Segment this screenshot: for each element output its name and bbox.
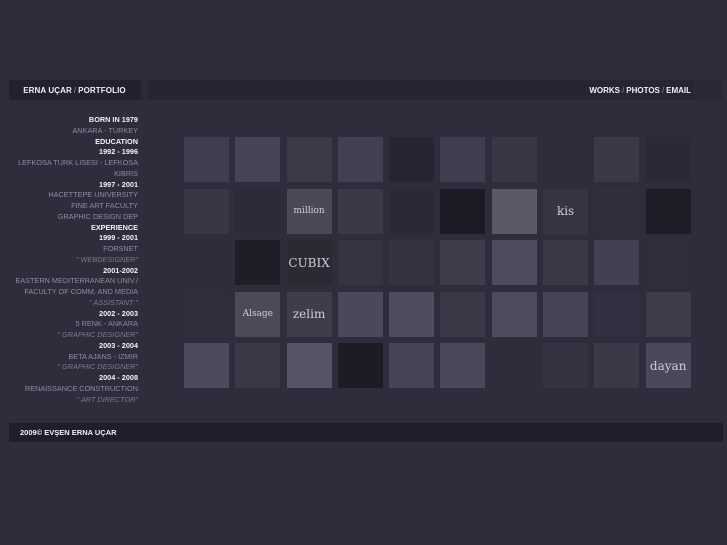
portfolio-thumbnail[interactable] — [184, 291, 229, 337]
portfolio-thumbnail[interactable] — [594, 240, 640, 285]
thumbnail-text: Alsage — [242, 309, 274, 319]
portfolio-thumbnail[interactable] — [645, 137, 691, 182]
portfolio-thumbnail[interactable]: CUBIX — [286, 240, 332, 285]
bio-line: BETA AJANS - IZMIR — [68, 351, 138, 361]
nav-works-link[interactable]: WORKS — [589, 86, 620, 95]
portfolio-thumbnail[interactable] — [235, 343, 281, 388]
nav-separator: / — [622, 85, 625, 95]
portfolio-thumbnail[interactable] — [594, 188, 640, 234]
bio-role: " ART DIRECTOR" — [76, 394, 138, 404]
bio-heading: EXPERIENCE — [90, 222, 138, 232]
portfolio-thumbnail[interactable] — [337, 343, 383, 388]
portfolio-thumbnail[interactable] — [543, 240, 589, 285]
bio-line: FACULTY OF COMM. AND MEDIA — [24, 287, 138, 296]
portfolio-thumbnail[interactable] — [645, 291, 691, 337]
nav-photos-link[interactable]: PHOTOS — [626, 86, 660, 95]
bio-column: BORN IN 1979 ANKARA - TURKEY EDUCATION 1992… — [9, 115, 138, 405]
bio-line: RENAISSANCE CONSTRUCTION — [24, 383, 138, 393]
bio-role: " GRAPHIC DESIGNER" — [57, 330, 138, 339]
portfolio-thumbnail[interactable]: Alsage — [235, 291, 281, 337]
portfolio-thumbnail-grid: million kis CUBIX Alsage zelim dayan — [184, 137, 691, 388]
portfolio-thumbnail[interactable] — [389, 291, 435, 337]
portfolio-thumbnail[interactable] — [491, 291, 537, 337]
portfolio-thumbnail[interactable] — [491, 240, 537, 285]
brand-separator: / — [73, 85, 77, 95]
footer-copyright: 2009© EVŞEN ERNA UÇAR — [20, 428, 117, 437]
bio-heading: EDUCATION — [95, 136, 138, 146]
portfolio-thumbnail[interactable] — [440, 343, 486, 388]
portfolio-thumbnail[interactable] — [235, 137, 281, 182]
portfolio-thumbnail[interactable]: zelim — [286, 291, 332, 337]
portfolio-thumbnail[interactable] — [235, 240, 281, 285]
bio-heading: 2002 - 2003 — [99, 308, 138, 318]
bio-heading: BORN IN 1979 — [88, 115, 138, 124]
bio-line: 5 RENK - ANKARA — [75, 319, 138, 329]
portfolio-thumbnail[interactable] — [184, 137, 229, 182]
thumbnail-text: CUBIX — [288, 255, 330, 270]
portfolio-thumbnail[interactable] — [645, 240, 691, 285]
portfolio-thumbnail[interactable] — [440, 137, 486, 182]
portfolio-thumbnail[interactable] — [337, 291, 383, 337]
portfolio-thumbnail[interactable] — [389, 343, 435, 388]
nav-separator: / — [661, 85, 665, 95]
portfolio-thumbnail[interactable]: kis — [543, 188, 589, 234]
portfolio-thumbnail[interactable] — [337, 240, 383, 285]
bio-line: FORSNET — [103, 244, 138, 253]
top-nav: WORKS / PHOTOS / EMAIL — [589, 80, 691, 100]
portfolio-thumbnail[interactable] — [184, 240, 229, 285]
portfolio-thumbnail[interactable] — [337, 137, 383, 182]
bio-line: ANKARA - TURKEY — [72, 125, 138, 135]
brand-title[interactable]: ERNA UÇAR / PORTFOLIO — [9, 80, 140, 100]
bio-heading: 1997 - 2001 — [99, 179, 138, 189]
portfolio-thumbnail[interactable] — [337, 188, 383, 234]
portfolio-thumbnail[interactable] — [491, 188, 537, 234]
bio-heading: 2003 - 2004 — [99, 340, 138, 350]
portfolio-thumbnail[interactable] — [184, 188, 229, 234]
portfolio-thumbnail[interactable] — [491, 343, 537, 388]
top-bar-end — [694, 80, 723, 100]
portfolio-thumbnail[interactable] — [491, 137, 537, 182]
thumbnail-text: million — [293, 206, 325, 216]
bio-heading: 2004 - 2008 — [99, 373, 138, 382]
nav-email-link[interactable]: EMAIL — [666, 86, 691, 95]
portfolio-thumbnail[interactable] — [389, 137, 435, 182]
portfolio-thumbnail[interactable] — [440, 240, 486, 285]
portfolio-thumbnail[interactable] — [389, 240, 435, 285]
portfolio-thumbnail[interactable] — [389, 188, 435, 234]
brand-section: PORTFOLIO — [78, 85, 126, 95]
portfolio-thumbnail[interactable]: million — [286, 188, 332, 234]
portfolio-thumbnail[interactable] — [440, 291, 486, 337]
portfolio-thumbnail[interactable] — [594, 291, 640, 337]
bio-role: " ASSISTANT " — [89, 297, 138, 307]
portfolio-thumbnail[interactable] — [286, 137, 332, 182]
portfolio-thumbnail[interactable] — [594, 343, 640, 388]
bio-heading: 2001-2002 — [103, 265, 138, 275]
portfolio-thumbnail[interactable]: dayan — [645, 343, 691, 388]
thumbnail-text: dayan — [649, 358, 687, 373]
portfolio-thumbnail[interactable] — [440, 188, 486, 234]
portfolio-thumbnail[interactable] — [184, 343, 229, 388]
bio-heading: 1999 - 2001 — [99, 233, 138, 243]
bio-line: GRAPHIC DESIGN DEP — [57, 211, 138, 221]
bio-line: FINE ART FACULTY — [71, 201, 138, 210]
portfolio-thumbnail[interactable] — [235, 188, 281, 234]
footer-bar: 2009© EVŞEN ERNA UÇAR — [9, 423, 723, 442]
portfolio-thumbnail[interactable] — [594, 137, 640, 182]
brand-name: ERNA UÇAR — [23, 85, 72, 95]
bio-line: HACETTEPE UNIVERSITY — [48, 190, 138, 200]
bio-line: LEFKOSA TURK LISESI - LEFKOSA — [18, 158, 138, 167]
portfolio-thumbnail[interactable] — [645, 188, 691, 234]
portfolio-thumbnail[interactable] — [543, 343, 589, 388]
thumbnail-text: zelim — [292, 307, 326, 321]
bio-line: EASTERN MEDITERRANEAN UNIV./ — [15, 276, 138, 286]
bio-line: KIBRIS — [114, 168, 138, 178]
thumbnail-text: kis — [556, 204, 575, 218]
portfolio-thumbnail[interactable] — [543, 137, 589, 182]
portfolio-thumbnail[interactable] — [543, 291, 589, 337]
bar-divider — [142, 80, 148, 100]
bio-heading: 1992 - 1996 — [99, 147, 138, 157]
bio-role: " GRAPHIC DESIGNER" — [57, 362, 138, 372]
bio-role: " WEBDESIGNER" — [76, 254, 138, 264]
portfolio-thumbnail[interactable] — [286, 343, 332, 388]
